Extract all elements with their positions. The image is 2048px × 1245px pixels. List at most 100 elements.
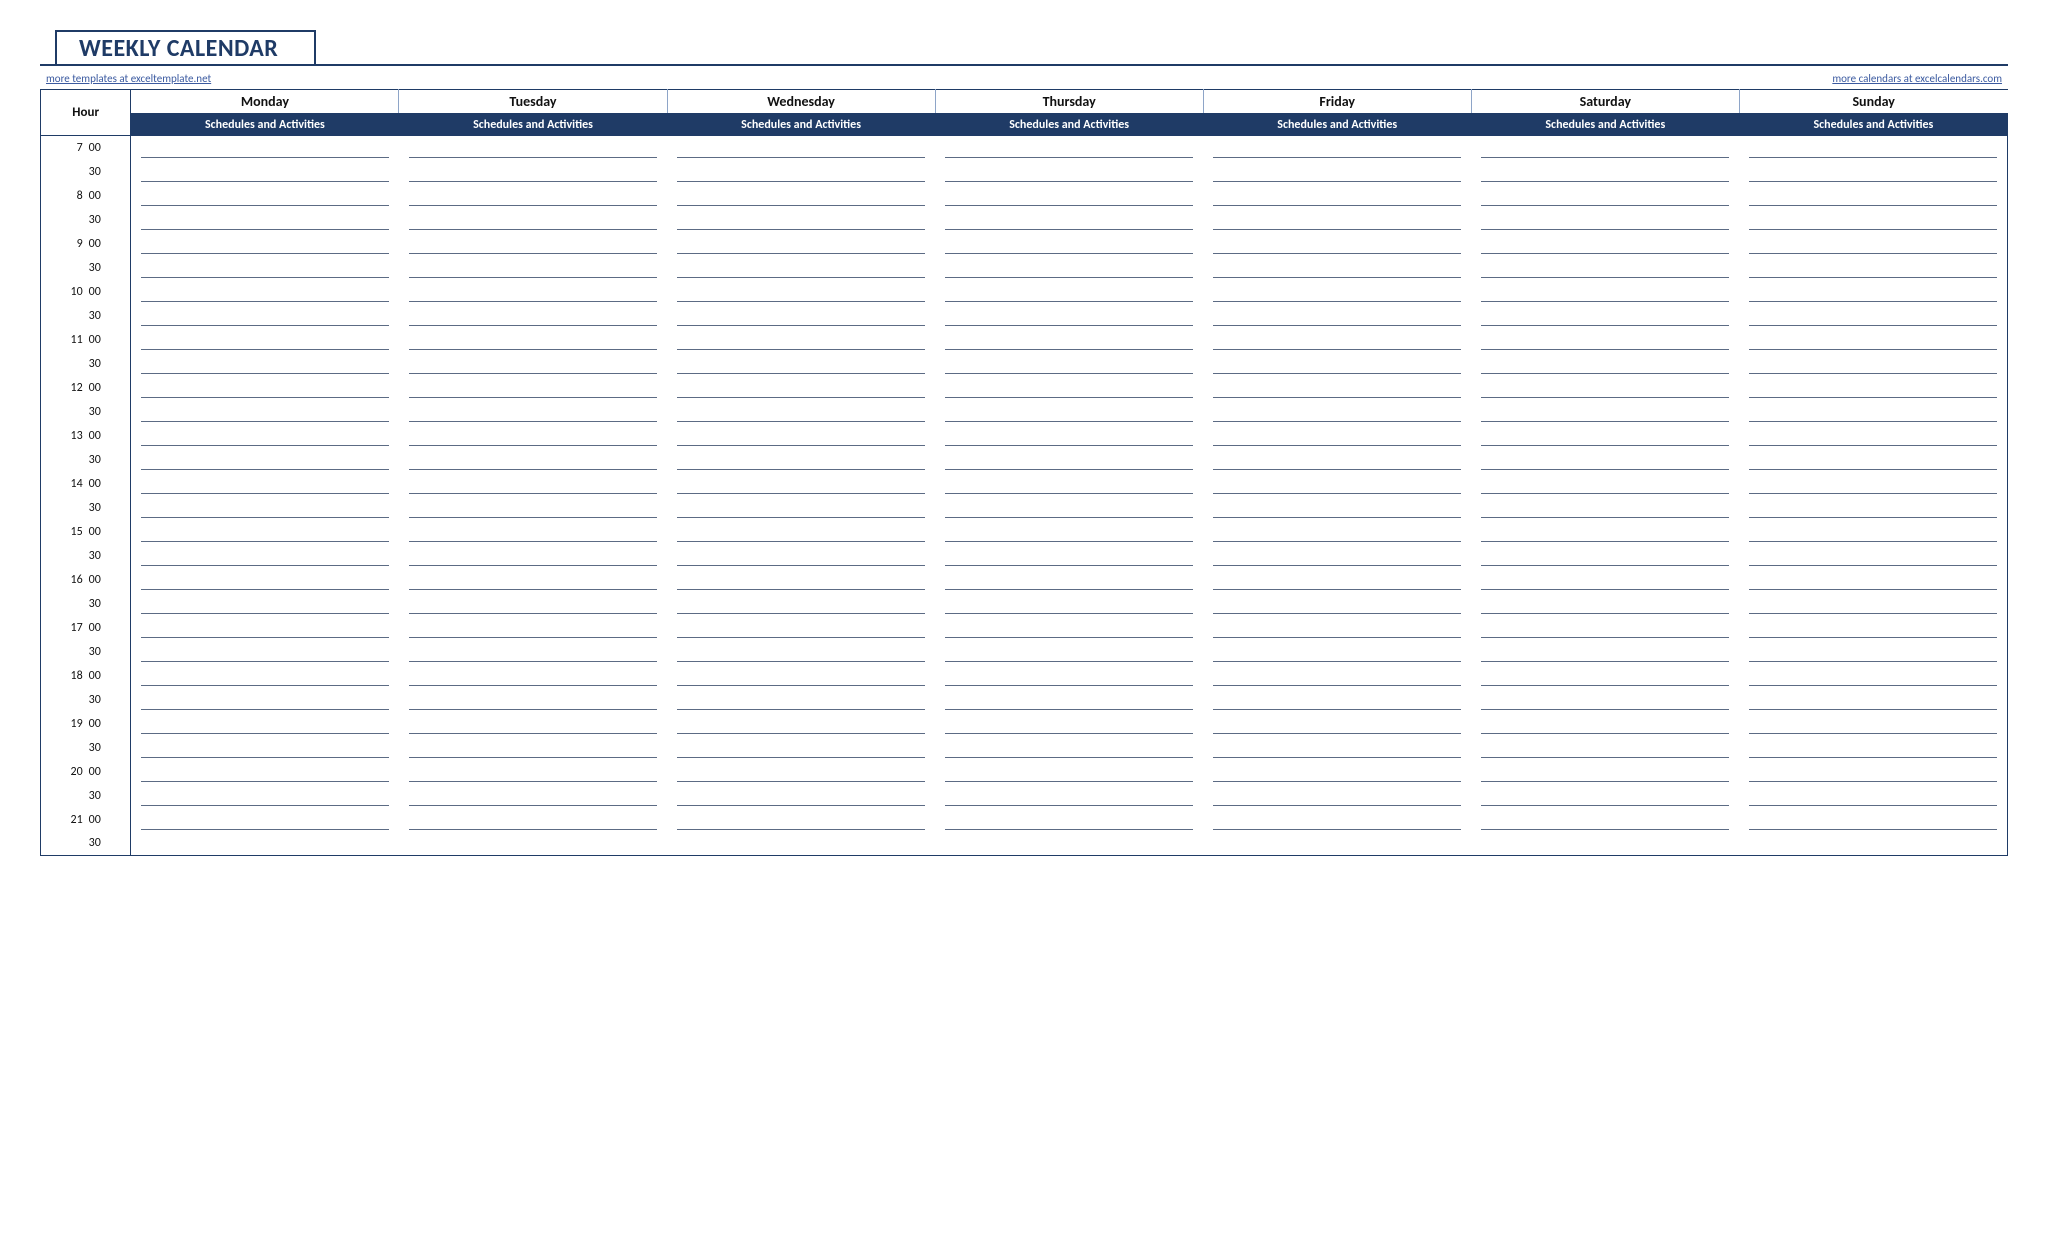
schedule-slot[interactable] (1739, 496, 2007, 520)
schedule-slot[interactable] (1471, 328, 1739, 352)
schedule-slot[interactable] (1739, 352, 2007, 376)
schedule-slot[interactable] (667, 808, 935, 832)
schedule-slot[interactable] (1471, 160, 1739, 184)
schedule-slot[interactable] (935, 208, 1203, 232)
schedule-slot[interactable] (1739, 832, 2007, 856)
schedule-slot[interactable] (667, 232, 935, 256)
schedule-slot[interactable] (667, 712, 935, 736)
schedule-slot[interactable] (935, 256, 1203, 280)
schedule-slot[interactable] (1739, 544, 2007, 568)
schedule-slot[interactable] (131, 712, 399, 736)
schedule-slot[interactable] (399, 448, 667, 472)
schedule-slot[interactable] (1739, 592, 2007, 616)
schedule-slot[interactable] (1203, 640, 1471, 664)
schedule-slot[interactable] (131, 640, 399, 664)
schedule-slot[interactable] (399, 736, 667, 760)
schedule-slot[interactable] (935, 760, 1203, 784)
schedule-slot[interactable] (1739, 688, 2007, 712)
schedule-slot[interactable] (1471, 832, 1739, 856)
schedule-slot[interactable] (399, 352, 667, 376)
schedule-slot[interactable] (1471, 352, 1739, 376)
schedule-slot[interactable] (667, 616, 935, 640)
schedule-slot[interactable] (131, 328, 399, 352)
schedule-slot[interactable] (1471, 472, 1739, 496)
schedule-slot[interactable] (667, 352, 935, 376)
link-more-templates[interactable]: more templates at exceltemplate.net (46, 72, 211, 85)
schedule-slot[interactable] (667, 664, 935, 688)
schedule-slot[interactable] (1203, 760, 1471, 784)
schedule-slot[interactable] (1203, 280, 1471, 304)
schedule-slot[interactable] (1203, 400, 1471, 424)
schedule-slot[interactable] (131, 616, 399, 640)
schedule-slot[interactable] (1203, 520, 1471, 544)
schedule-slot[interactable] (1739, 208, 2007, 232)
schedule-slot[interactable] (667, 136, 935, 160)
schedule-slot[interactable] (1739, 640, 2007, 664)
schedule-slot[interactable] (1203, 256, 1471, 280)
schedule-slot[interactable] (667, 376, 935, 400)
schedule-slot[interactable] (1739, 376, 2007, 400)
schedule-slot[interactable] (1203, 616, 1471, 640)
schedule-slot[interactable] (131, 688, 399, 712)
schedule-slot[interactable] (667, 304, 935, 328)
schedule-slot[interactable] (1203, 160, 1471, 184)
schedule-slot[interactable] (1203, 352, 1471, 376)
schedule-slot[interactable] (935, 424, 1203, 448)
schedule-slot[interactable] (1471, 400, 1739, 424)
schedule-slot[interactable] (667, 160, 935, 184)
schedule-slot[interactable] (1203, 232, 1471, 256)
schedule-slot[interactable] (935, 544, 1203, 568)
schedule-slot[interactable] (1471, 760, 1739, 784)
schedule-slot[interactable] (1471, 616, 1739, 640)
schedule-slot[interactable] (667, 544, 935, 568)
schedule-slot[interactable] (1203, 664, 1471, 688)
schedule-slot[interactable] (935, 400, 1203, 424)
schedule-slot[interactable] (1739, 304, 2007, 328)
schedule-slot[interactable] (131, 544, 399, 568)
schedule-slot[interactable] (131, 136, 399, 160)
schedule-slot[interactable] (667, 760, 935, 784)
schedule-slot[interactable] (1471, 424, 1739, 448)
schedule-slot[interactable] (1471, 496, 1739, 520)
schedule-slot[interactable] (399, 568, 667, 592)
schedule-slot[interactable] (131, 280, 399, 304)
schedule-slot[interactable] (1471, 736, 1739, 760)
schedule-slot[interactable] (131, 664, 399, 688)
schedule-slot[interactable] (131, 232, 399, 256)
schedule-slot[interactable] (131, 160, 399, 184)
schedule-slot[interactable] (667, 736, 935, 760)
schedule-slot[interactable] (935, 376, 1203, 400)
schedule-slot[interactable] (399, 472, 667, 496)
schedule-slot[interactable] (1203, 544, 1471, 568)
schedule-slot[interactable] (1739, 616, 2007, 640)
schedule-slot[interactable] (935, 448, 1203, 472)
schedule-slot[interactable] (1471, 592, 1739, 616)
schedule-slot[interactable] (935, 736, 1203, 760)
schedule-slot[interactable] (1203, 784, 1471, 808)
schedule-slot[interactable] (1739, 328, 2007, 352)
schedule-slot[interactable] (1203, 184, 1471, 208)
schedule-slot[interactable] (1203, 592, 1471, 616)
schedule-slot[interactable] (131, 520, 399, 544)
schedule-slot[interactable] (935, 328, 1203, 352)
schedule-slot[interactable] (1471, 712, 1739, 736)
schedule-slot[interactable] (935, 304, 1203, 328)
schedule-slot[interactable] (399, 616, 667, 640)
schedule-slot[interactable] (399, 496, 667, 520)
schedule-slot[interactable] (1739, 256, 2007, 280)
schedule-slot[interactable] (667, 256, 935, 280)
link-more-calendars[interactable]: more calendars at excelcalendars.com (1832, 72, 2002, 85)
schedule-slot[interactable] (1739, 736, 2007, 760)
schedule-slot[interactable] (935, 520, 1203, 544)
schedule-slot[interactable] (667, 472, 935, 496)
schedule-slot[interactable] (1471, 544, 1739, 568)
schedule-slot[interactable] (1471, 784, 1739, 808)
schedule-slot[interactable] (1739, 184, 2007, 208)
schedule-slot[interactable] (131, 304, 399, 328)
schedule-slot[interactable] (131, 808, 399, 832)
schedule-slot[interactable] (1471, 256, 1739, 280)
schedule-slot[interactable] (1471, 376, 1739, 400)
schedule-slot[interactable] (131, 400, 399, 424)
schedule-slot[interactable] (1471, 208, 1739, 232)
schedule-slot[interactable] (935, 352, 1203, 376)
